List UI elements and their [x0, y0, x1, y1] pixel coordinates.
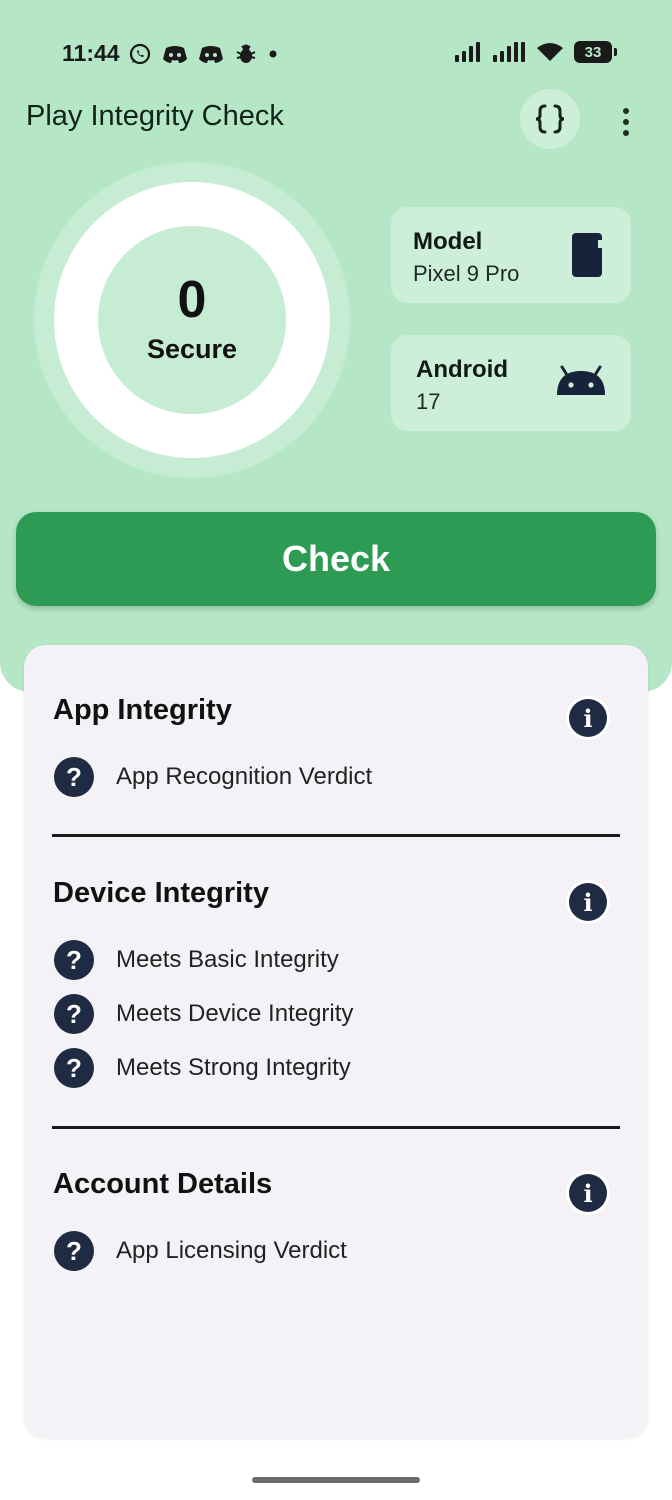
list-item: ? Meets Strong Integrity — [54, 1048, 351, 1088]
home-indicator[interactable] — [252, 1477, 420, 1483]
section-title-app-integrity: App Integrity — [53, 694, 232, 726]
question-icon: ? — [54, 757, 94, 797]
divider — [52, 1126, 620, 1129]
phone-icon — [572, 233, 602, 277]
json-view-button[interactable] — [520, 89, 580, 149]
status-bar: 11:44 33 — [0, 30, 672, 78]
android-version-card: Android 17 — [391, 335, 631, 431]
list-item: ? Meets Basic Integrity — [54, 940, 339, 980]
more-options-icon[interactable] — [606, 100, 646, 144]
notification-icons — [128, 42, 278, 66]
section-title-device-integrity: Device Integrity — [53, 877, 269, 909]
wifi-icon — [537, 43, 563, 61]
score-label: Secure — [146, 334, 238, 364]
system-icons: 33 — [454, 41, 617, 63]
android-icon — [557, 365, 605, 395]
dot-icon — [269, 50, 277, 58]
item-label: Meets Strong Integrity — [116, 1054, 351, 1081]
battery-icon: 33 — [574, 41, 617, 63]
score-value: 0 — [177, 271, 207, 329]
item-label: Meets Device Integrity — [116, 1000, 354, 1027]
android-value: 17 — [416, 389, 441, 414]
item-label: App Licensing Verdict — [116, 1237, 347, 1264]
bug-icon — [236, 44, 256, 63]
question-icon: ? — [54, 994, 94, 1034]
code-braces-icon — [535, 104, 565, 134]
item-label: App Recognition Verdict — [116, 763, 373, 790]
section-title-account-details: Account Details — [53, 1168, 273, 1200]
signal-icon — [455, 42, 480, 62]
status-time: 11:44 — [62, 40, 120, 66]
question-icon: ? — [54, 940, 94, 980]
check-button[interactable]: Check — [16, 512, 656, 606]
signal-icon — [493, 42, 525, 62]
discord-icon — [163, 46, 187, 63]
list-item: ? Meets Device Integrity — [54, 994, 353, 1034]
divider — [52, 834, 620, 837]
discord-icon — [199, 46, 223, 63]
app-title: Play Integrity Check — [26, 100, 284, 132]
question-icon: ? — [54, 1231, 94, 1271]
list-item: ? App Recognition Verdict — [54, 757, 372, 797]
question-icon: ? — [54, 1048, 94, 1088]
info-icon[interactable]: i — [566, 880, 610, 924]
android-title: Android — [416, 356, 508, 383]
list-item: ? App Licensing Verdict — [54, 1231, 347, 1271]
model-value: Pixel 9 Pro — [413, 261, 520, 286]
model-title: Model — [413, 228, 483, 255]
info-icon[interactable]: i — [566, 696, 610, 740]
whatsapp-icon — [129, 43, 151, 65]
results-card: App Integrity i ? App Recognition Verdic… — [24, 645, 648, 1438]
info-icon[interactable]: i — [566, 1171, 610, 1215]
model-card: Model Pixel 9 Pro — [391, 207, 631, 303]
battery-level: 33 — [584, 43, 602, 61]
item-label: Meets Basic Integrity — [116, 946, 339, 973]
